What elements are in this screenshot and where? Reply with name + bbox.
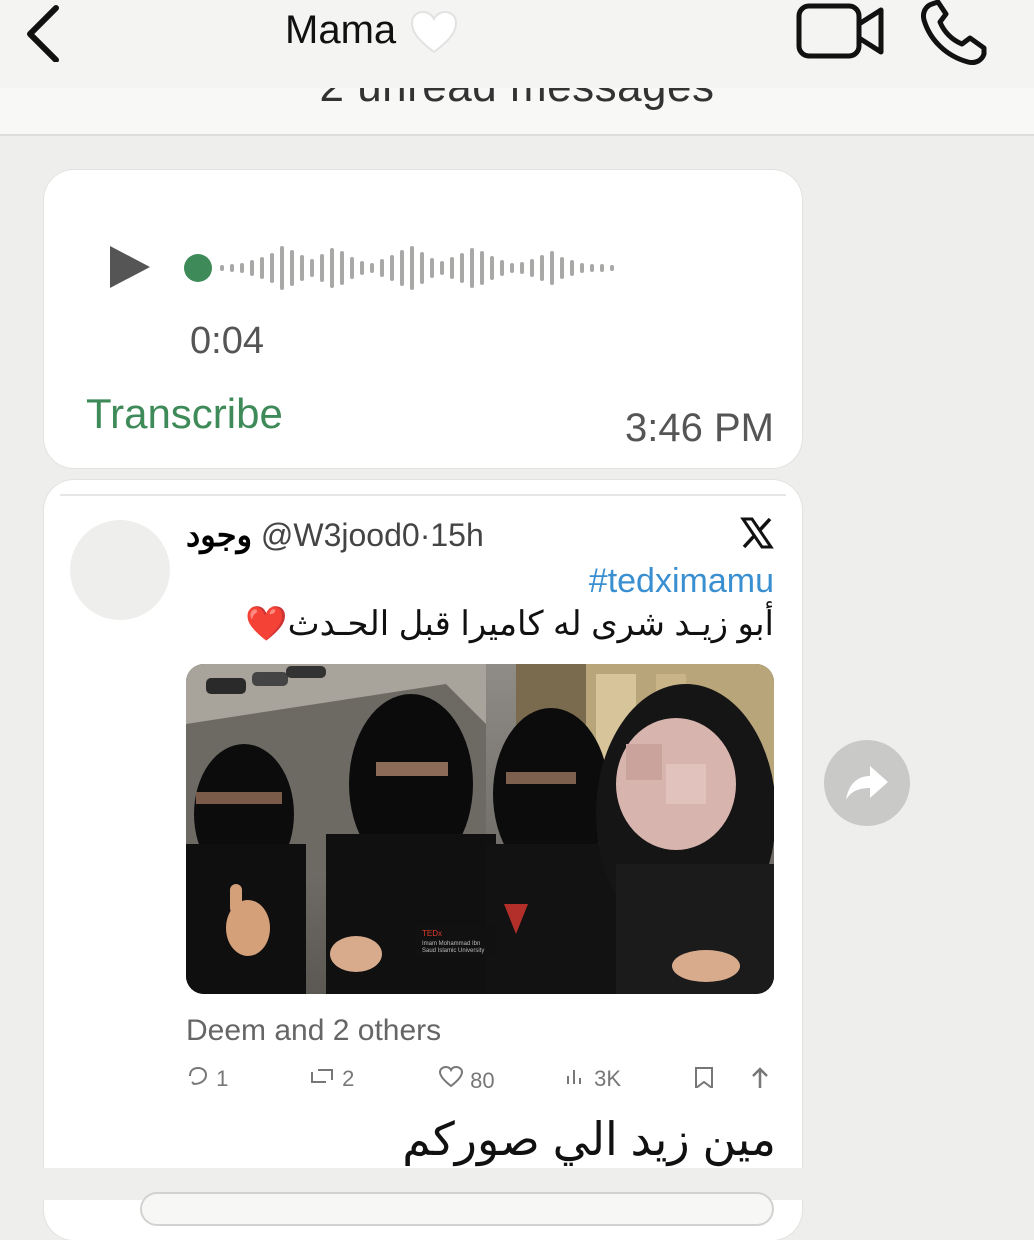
- waveform-bar: [440, 261, 444, 275]
- waveform-bar: [370, 263, 374, 273]
- waveform-bar: [560, 257, 564, 279]
- tweet-hashtag[interactable]: #tedximamu: [589, 562, 774, 601]
- waveform-bar: [430, 258, 434, 278]
- bookmark-action[interactable]: [692, 1066, 716, 1090]
- play-icon[interactable]: [106, 242, 154, 292]
- repost-action[interactable]: 2: [308, 1066, 354, 1090]
- waveform-bar: [550, 251, 554, 285]
- waveform-bar: [580, 263, 584, 273]
- waveform-bar: [390, 255, 394, 281]
- share-action[interactable]: [748, 1066, 772, 1090]
- voice-waveform[interactable]: [184, 240, 624, 296]
- like-count: 80: [470, 1068, 495, 1090]
- waveform-bar: [290, 250, 294, 286]
- waveform-bar: [230, 264, 234, 272]
- tweet-action-bar: 1 2 80 3K: [186, 1066, 776, 1090]
- waveform-bar: [410, 246, 414, 290]
- waveform-progress-dot: [184, 254, 212, 282]
- tweet-handle: @W3jood0: [260, 517, 420, 553]
- transcribe-button[interactable]: Transcribe: [86, 390, 283, 438]
- heart-outline-icon: [438, 1066, 464, 1088]
- waveform-bar: [610, 265, 614, 271]
- waveform-bar: [240, 263, 244, 273]
- tweet-photo[interactable]: TEDx Imam Mohammad Ibn Saud Islamic Univ…: [186, 664, 774, 994]
- views-count: 3K: [594, 1066, 622, 1090]
- bookmark-icon: [695, 1067, 713, 1090]
- waveform-bar: [470, 248, 474, 288]
- phone-icon[interactable]: [918, 0, 990, 66]
- waveform-bar: [400, 250, 404, 286]
- views-icon: [567, 1070, 581, 1084]
- waveform-bar: [460, 253, 464, 283]
- waveform-bar: [310, 259, 314, 277]
- svg-text:Imam Mohammad Ibn: Imam Mohammad Ibn: [422, 941, 480, 947]
- chat-header: Mama: [0, 0, 1034, 88]
- share-icon: [752, 1067, 768, 1088]
- waveform-bar: [590, 264, 594, 272]
- waveform-bar: [490, 256, 494, 280]
- message-caption: مين زيد الي صوركم: [402, 1113, 776, 1165]
- avatar[interactable]: [70, 520, 170, 620]
- waveform-bar: [510, 263, 514, 273]
- reply-icon: [189, 1066, 208, 1086]
- waveform-bar: [330, 248, 334, 288]
- waveform-bar: [530, 259, 534, 277]
- chevron-left-icon[interactable]: [22, 4, 70, 62]
- waveform-bar: [270, 253, 274, 283]
- waveform-bar: [520, 262, 524, 274]
- waveform-bar: [540, 255, 544, 281]
- liked-by-label[interactable]: Deem and 2 others: [186, 1014, 441, 1048]
- svg-text:TEDx: TEDx: [422, 929, 442, 938]
- views-action[interactable]: 3K: [564, 1066, 621, 1090]
- reply-count: 1: [216, 1066, 229, 1090]
- forward-button[interactable]: [824, 740, 910, 826]
- voice-message-bubble[interactable]: 0:04 Transcribe 3:46 PM: [44, 170, 802, 468]
- waveform-bar: [600, 264, 604, 272]
- tweet-author-name[interactable]: وجود: [186, 517, 252, 553]
- like-action[interactable]: 80: [438, 1066, 495, 1090]
- x-logo-icon: [740, 517, 774, 549]
- tweet-age: 15h: [430, 517, 484, 553]
- waveform-bar: [420, 252, 424, 284]
- waveform-bar: [260, 257, 264, 279]
- waveform-bar: [500, 260, 504, 276]
- waveform-bar: [300, 255, 304, 281]
- waveform-bar: [480, 251, 484, 285]
- tweet-author-line: وجود @W3jood0·15h: [186, 517, 484, 553]
- message-input[interactable]: [140, 1192, 774, 1226]
- tweet-text: أبو زيـد شرى له كاميرا قبل الحـدث❤️: [245, 605, 774, 643]
- svg-text:Saud Islamic University: Saud Islamic University: [422, 948, 484, 954]
- message-time: 3:46 PM: [625, 406, 774, 450]
- reply-action[interactable]: 1: [186, 1066, 228, 1090]
- divider: [60, 494, 786, 496]
- repost-count: 2: [342, 1066, 355, 1090]
- forward-arrow-icon: [846, 766, 888, 800]
- waveform-bar: [220, 265, 224, 271]
- waveform-bar: [320, 254, 324, 282]
- waveform-bar: [360, 261, 364, 275]
- contact-name[interactable]: Mama: [285, 8, 396, 53]
- waveform-bar: [250, 260, 254, 276]
- group-photo-image: TEDx Imam Mohammad Ibn Saud Islamic Univ…: [186, 664, 774, 994]
- repost-icon: [311, 1069, 333, 1083]
- waveform-bar: [350, 257, 354, 279]
- waveform-bar: [340, 251, 344, 285]
- video-camera-icon[interactable]: [795, 0, 887, 62]
- waveform-bar: [380, 259, 384, 277]
- waveform-bar: [570, 260, 574, 276]
- white-heart-icon: [410, 10, 458, 54]
- waveform-bar: [450, 257, 454, 279]
- tweet-card-bubble[interactable]: وجود @W3jood0·15h #tedximamu أبو زيـد شر…: [44, 480, 802, 1240]
- waveform-bar: [280, 246, 284, 290]
- voice-duration: 0:04: [190, 320, 264, 362]
